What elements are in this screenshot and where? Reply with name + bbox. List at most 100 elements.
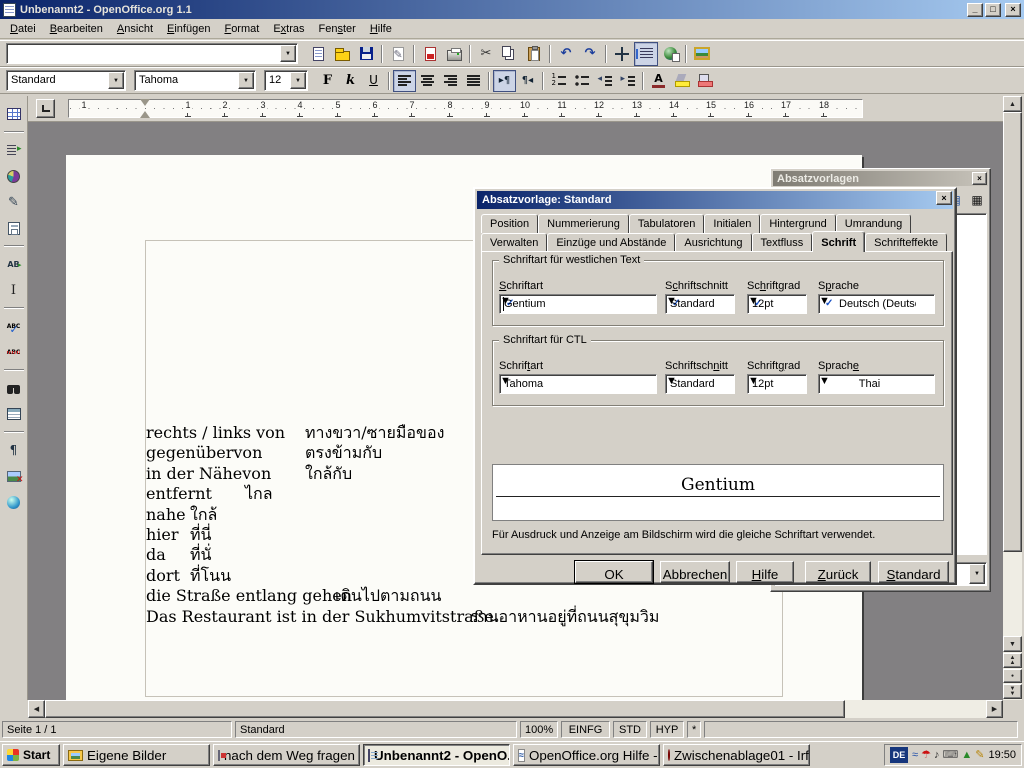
autotext-button[interactable]: AB: [2, 252, 26, 276]
direct-cursor-button[interactable]: I: [2, 278, 26, 302]
cancel-button[interactable]: Abbrechen: [660, 561, 730, 583]
tab-ausrichtung[interactable]: Ausrichtung: [675, 233, 751, 252]
dropdown-arrow-icon[interactable]: ▼: [290, 72, 306, 89]
ltr-button[interactable]: ▸¶: [493, 70, 516, 92]
tab-tabulatoren[interactable]: Tabulatoren: [629, 214, 705, 233]
menu-extras[interactable]: Extras: [266, 21, 311, 37]
online-layout-button[interactable]: [2, 490, 26, 514]
new-document-button[interactable]: [306, 42, 330, 66]
tab-initialen[interactable]: Initialen: [704, 214, 760, 233]
task-eigene-bilder[interactable]: Eigene Bilder: [63, 744, 210, 766]
menu-bearbeiten[interactable]: Bearbeiten: [43, 21, 110, 37]
volume-tray-icon[interactable]: ♪: [934, 748, 940, 762]
horizontal-ruler[interactable]: 1 123456789101112131415161718: [28, 96, 1003, 122]
navigator-button[interactable]: [610, 42, 634, 66]
paragraph-styles-icon[interactable]: ▦: [967, 191, 987, 209]
decrease-indent-button[interactable]: [593, 70, 616, 92]
tab-nummerierung[interactable]: Nummerierung: [538, 214, 629, 233]
save-button[interactable]: [354, 42, 378, 66]
increase-indent-button[interactable]: [616, 70, 639, 92]
menu-ansicht[interactable]: Ansicht: [110, 21, 160, 37]
menu-fenster[interactable]: Fenster: [312, 21, 363, 37]
extra-indicator[interactable]: [704, 721, 1018, 738]
dropdown-arrow-icon[interactable]: ▼: [280, 45, 296, 62]
copy-button[interactable]: [498, 42, 522, 66]
background-color-button[interactable]: [693, 70, 716, 92]
rtl-button[interactable]: ¶◂: [516, 70, 539, 92]
quickstarter-tray-icon[interactable]: ≈: [912, 748, 918, 762]
style-indicator[interactable]: Standard: [235, 721, 517, 738]
start-button[interactable]: Start: [2, 744, 60, 766]
minimize-button[interactable]: _: [967, 3, 983, 17]
dropdown-arrow-icon[interactable]: ▼: [969, 564, 985, 584]
western-language-combo[interactable]: Deutsch (Deutsc▼: [818, 294, 935, 314]
dropdown-arrow-icon[interactable]: ▼: [108, 72, 124, 89]
menu-einfuegen[interactable]: Einfügen: [160, 21, 217, 37]
eject-tray-icon[interactable]: ▲: [961, 748, 972, 762]
tab-einzuege[interactable]: Einzüge und Abstände: [547, 233, 675, 252]
selection-mode-indicator[interactable]: STD: [613, 721, 647, 738]
paste-button[interactable]: [522, 42, 546, 66]
task-zwischenablage[interactable]: Zwischenablage01 - Irf...: [663, 744, 810, 766]
font-color-button[interactable]: A: [647, 70, 670, 92]
horizontal-scrollbar[interactable]: ◀ ▶: [28, 700, 1003, 718]
open-button[interactable]: [330, 42, 354, 66]
ctl-style-combo[interactable]: Standard▼: [665, 374, 735, 394]
highlighting-button[interactable]: [670, 70, 693, 92]
device-tray-icon[interactable]: ⌨: [942, 748, 958, 762]
insert-mode-indicator[interactable]: EINFG: [561, 721, 610, 738]
italic-button[interactable]: k: [339, 70, 362, 92]
form-button[interactable]: [2, 216, 26, 240]
data-sources-button[interactable]: [2, 402, 26, 426]
align-right-button[interactable]: [439, 70, 462, 92]
close-button[interactable]: ×: [1005, 3, 1021, 17]
next-page-button[interactable]: ▼▼: [1003, 684, 1022, 699]
tab-schrifteffekte[interactable]: Schrifteffekte: [865, 233, 947, 252]
find-replace-button[interactable]: [2, 376, 26, 400]
bold-button[interactable]: F: [316, 70, 339, 92]
standard-button[interactable]: Standard: [878, 561, 949, 583]
scroll-right-button[interactable]: ▶: [986, 700, 1003, 718]
insert-fields-button[interactable]: [2, 138, 26, 162]
undo-button[interactable]: ↶: [554, 42, 578, 66]
western-font-name-combo[interactable]: Gentium▼: [499, 294, 657, 314]
horizontal-scroll-thumb[interactable]: [45, 700, 845, 718]
task-weg-fragen[interactable]: nach dem Weg fragen ...: [213, 744, 360, 766]
tab-verwalten[interactable]: Verwalten: [481, 233, 547, 252]
cut-button[interactable]: ✂: [474, 42, 498, 66]
page-indicator[interactable]: Seite 1 / 1: [2, 721, 232, 738]
previous-page-button[interactable]: ▲▲: [1003, 653, 1022, 668]
western-size-combo[interactable]: 12pt▼: [747, 294, 807, 314]
dialog-close-button[interactable]: ×: [936, 191, 952, 205]
indent-marker[interactable]: [140, 99, 150, 118]
graphics-onoff-button[interactable]: [2, 464, 26, 488]
navigation-button[interactable]: ●: [1003, 669, 1022, 683]
insert-button[interactable]: [2, 102, 26, 126]
tab-schrift[interactable]: Schrift: [812, 231, 865, 252]
tab-textfluss[interactable]: Textfluss: [752, 233, 813, 252]
menu-datei[interactable]: Datei: [3, 21, 43, 37]
modified-indicator[interactable]: *: [687, 721, 701, 738]
ctl-font-name-combo[interactable]: Tahoma▼: [499, 374, 657, 394]
scroll-up-button[interactable]: ▲: [1003, 96, 1022, 112]
task-ooo-hilfe[interactable]: ≈OpenOffice.org Hilfe - ...: [513, 744, 660, 766]
ok-button[interactable]: OK: [575, 561, 653, 583]
menu-hilfe[interactable]: Hilfe: [363, 21, 399, 37]
align-center-button[interactable]: [416, 70, 439, 92]
draw-functions-button[interactable]: ✎: [2, 190, 26, 214]
scroll-down-button[interactable]: ▼: [1003, 636, 1022, 652]
redo-button[interactable]: ↷: [578, 42, 602, 66]
align-left-button[interactable]: [393, 70, 416, 92]
ctl-size-combo[interactable]: 12pt▼: [747, 374, 807, 394]
vertical-scroll-thumb[interactable]: [1003, 112, 1022, 552]
gallery-button[interactable]: [690, 42, 714, 66]
font-size-combobox[interactable]: 12 ▼: [264, 70, 308, 91]
url-combobox[interactable]: ▼: [6, 43, 298, 64]
hyperlink-mode-indicator[interactable]: HYP: [650, 721, 684, 738]
task-unbenannt2[interactable]: Unbenannt2 - OpenO...: [363, 744, 510, 766]
back-button[interactable]: Zurück: [805, 561, 871, 583]
tab-type-selector[interactable]: [36, 99, 55, 118]
underline-button[interactable]: U: [362, 70, 385, 92]
nonprinting-chars-button[interactable]: ¶: [2, 438, 26, 462]
print-button[interactable]: [442, 42, 466, 66]
